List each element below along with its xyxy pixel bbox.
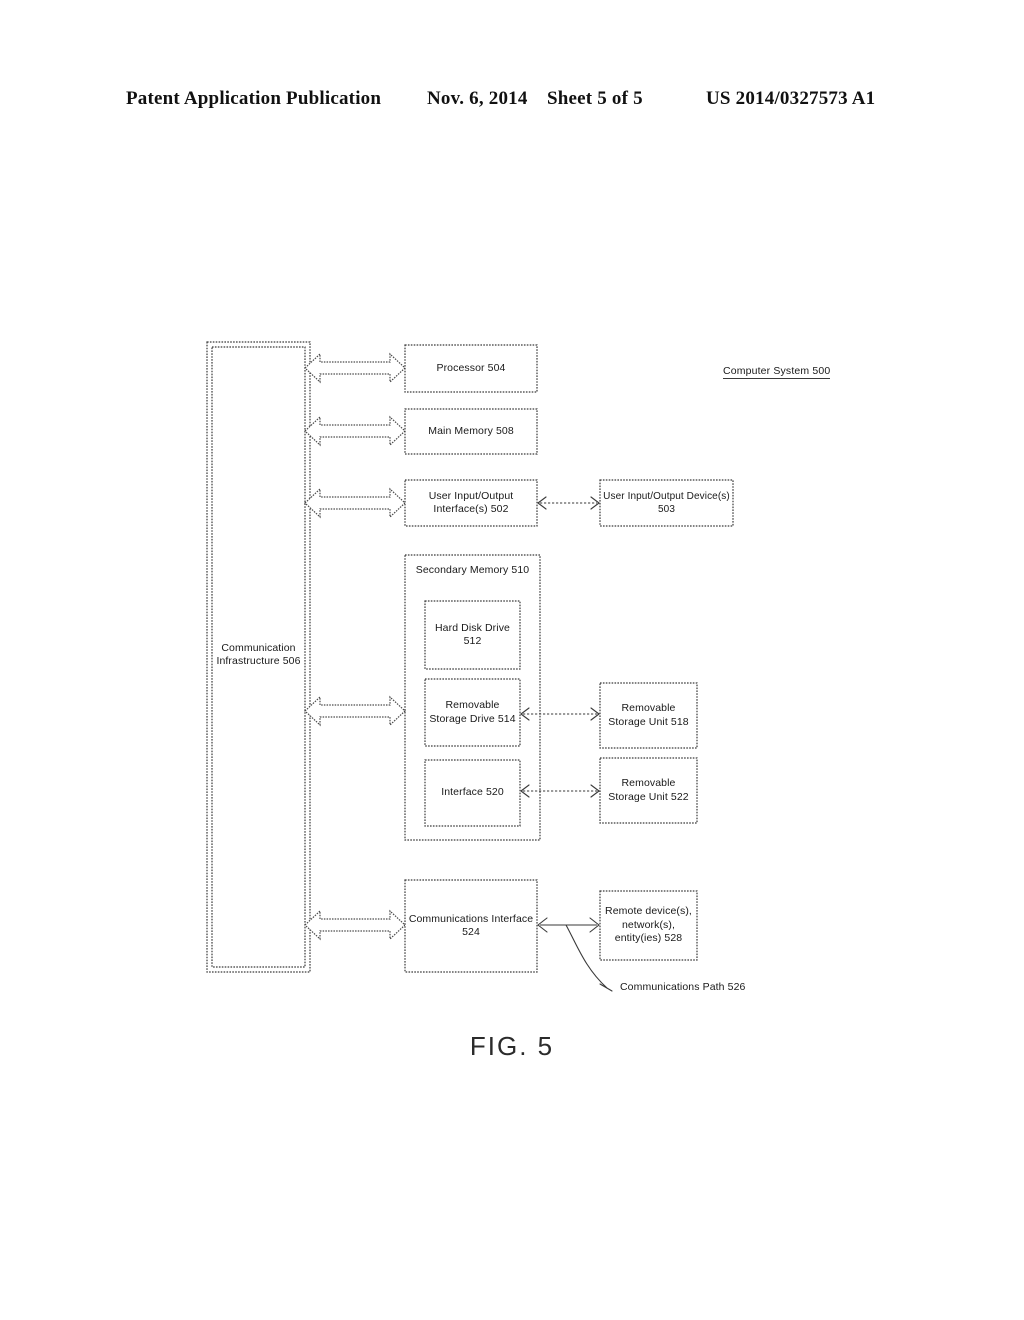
processor-box <box>404 344 538 393</box>
connector-interface-522 <box>520 784 600 798</box>
connector-removable-storage-518 <box>520 707 600 721</box>
remote-devices-box <box>599 890 698 961</box>
user-io-device-box <box>599 479 734 527</box>
bus-inner-rect <box>211 346 306 968</box>
bus-arrow-communications-interface <box>304 909 406 941</box>
connector-user-io <box>537 496 600 510</box>
figure-caption: FIG. 5 <box>469 1031 555 1061</box>
interface-520-box <box>424 759 521 827</box>
bus-outer-rect <box>206 341 311 973</box>
removable-storage-drive-box <box>424 678 521 747</box>
patent-figure: .bx { fill:#ffffff; stroke:#3a3a3a; stro… <box>0 0 1024 1320</box>
user-io-interface-box <box>404 479 538 527</box>
removable-storage-unit-522-box <box>599 757 698 824</box>
comm-path-leader-tip <box>599 983 613 992</box>
communications-interface-box <box>404 879 538 973</box>
removable-storage-unit-518-box <box>599 682 698 749</box>
bus-arrow-user-io-interface <box>304 487 406 519</box>
bus-arrow-secondary-memory <box>304 695 406 727</box>
computer-system-label: Computer System 500 <box>723 365 831 379</box>
communications-path-label: Communications Path 526 <box>620 981 746 993</box>
main-memory-box <box>404 408 538 455</box>
bus-arrow-processor <box>304 352 406 384</box>
figure-svg: .bx { fill:#ffffff; stroke:#3a3a3a; stro… <box>206 341 734 992</box>
bus-arrow-main-memory <box>304 415 406 447</box>
hard-disk-drive-box <box>424 600 521 670</box>
